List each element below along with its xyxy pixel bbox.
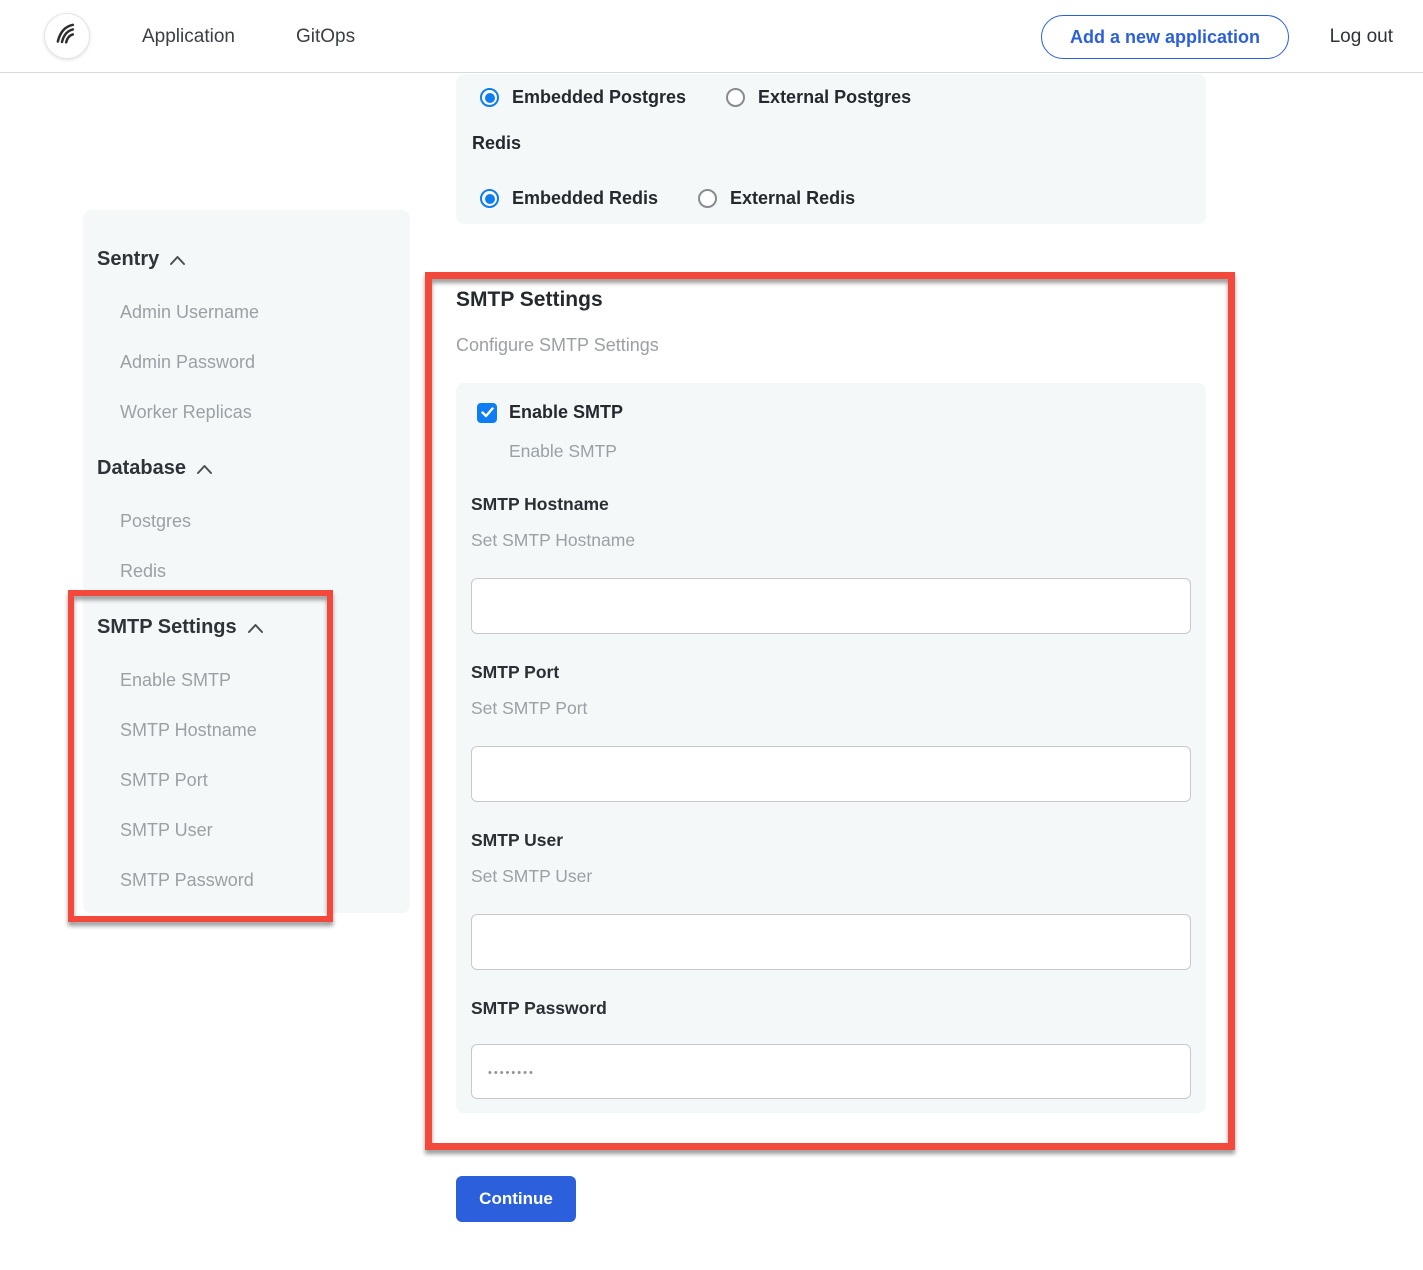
smtp-user-helper: Set SMTP User [471, 866, 1192, 886]
logout-link[interactable]: Log out [1330, 0, 1393, 73]
smtp-section-subtitle: Configure SMTP Settings [456, 334, 1206, 356]
smtp-user-group: SMTP User Set SMTP User [471, 830, 1192, 970]
chevron-up-icon [247, 623, 264, 634]
sidebar-item-redis[interactable]: Redis [97, 558, 392, 584]
smtp-port-group: SMTP Port Set SMTP Port [471, 662, 1192, 802]
redis-group-label: Redis [472, 130, 1190, 156]
postgres-radio-group: Embedded Postgres External Postgres [480, 87, 1190, 108]
smtp-password-input[interactable] [471, 1044, 1191, 1099]
continue-button[interactable]: Continue [456, 1176, 576, 1222]
smtp-port-helper: Set SMTP Port [471, 698, 1192, 718]
radio-external-redis-label: External Redis [730, 188, 855, 209]
smtp-hostname-input[interactable] [471, 578, 1191, 634]
sidebar-section-smtp-label: SMTP Settings [97, 614, 237, 640]
database-config-panel: Embedded Postgres External Postgres Redi… [456, 74, 1206, 224]
smtp-port-input[interactable] [471, 746, 1191, 802]
smtp-section-title: SMTP Settings [456, 287, 1206, 313]
smtp-hostname-helper: Set SMTP Hostname [471, 530, 1192, 550]
sidebar-item-admin-password[interactable]: Admin Password [97, 349, 392, 375]
sidebar-item-admin-username[interactable]: Admin Username [97, 299, 392, 325]
chevron-up-icon [169, 255, 186, 266]
smtp-hostname-group: SMTP Hostname Set SMTP Hostname [471, 494, 1192, 634]
radio-embedded-postgres-label: Embedded Postgres [512, 87, 686, 108]
enable-smtp-checkbox[interactable] [477, 403, 497, 423]
sidebar-section-smtp-settings[interactable]: SMTP Settings [97, 614, 392, 640]
radio-external-redis[interactable] [698, 189, 717, 208]
sidebar-section-database[interactable]: Database [97, 455, 392, 481]
smtp-password-group: SMTP Password [471, 998, 1192, 1099]
smtp-password-label: SMTP Password [471, 998, 1192, 1018]
smtp-settings-section: SMTP Settings Configure SMTP Settings En… [456, 287, 1206, 1222]
sidebar-item-smtp-hostname[interactable]: SMTP Hostname [97, 717, 392, 743]
sidebar-item-smtp-port[interactable]: SMTP Port [97, 767, 392, 793]
sidebar-item-smtp-password[interactable]: SMTP Password [97, 867, 392, 893]
top-navbar: Application GitOps Add a new application… [0, 0, 1423, 73]
enable-smtp-row: Enable SMTP [471, 402, 1192, 423]
smtp-port-label: SMTP Port [471, 662, 1192, 682]
redis-radio-group: Embedded Redis External Redis [480, 188, 1190, 209]
radio-external-postgres-label: External Postgres [758, 87, 911, 108]
sentry-logo-icon [52, 19, 82, 54]
sidebar-item-enable-smtp[interactable]: Enable SMTP [97, 667, 392, 693]
nav-link-gitops[interactable]: GitOps [296, 0, 355, 73]
enable-smtp-helper: Enable SMTP [509, 441, 1192, 461]
check-icon [481, 407, 494, 418]
sidebar-section-sentry-label: Sentry [97, 246, 159, 272]
app-logo[interactable] [44, 13, 90, 59]
config-sidebar: Sentry Admin Username Admin Password Wor… [83, 210, 410, 913]
smtp-user-input[interactable] [471, 914, 1191, 970]
enable-smtp-label: Enable SMTP [509, 402, 623, 423]
sidebar-section-database-label: Database [97, 455, 186, 481]
sidebar-item-postgres[interactable]: Postgres [97, 508, 392, 534]
sidebar-section-sentry[interactable]: Sentry [97, 246, 392, 272]
config-main: Embedded Postgres External Postgres Redi… [456, 74, 1206, 1222]
radio-embedded-postgres[interactable] [480, 88, 499, 107]
radio-embedded-redis[interactable] [480, 189, 499, 208]
smtp-user-label: SMTP User [471, 830, 1192, 850]
chevron-up-icon [196, 464, 213, 475]
radio-embedded-redis-label: Embedded Redis [512, 188, 658, 209]
sidebar-item-worker-replicas[interactable]: Worker Replicas [97, 399, 392, 425]
smtp-form-panel: Enable SMTP Enable SMTP SMTP Hostname Se… [456, 383, 1206, 1113]
nav-link-application[interactable]: Application [142, 0, 235, 73]
radio-external-postgres[interactable] [726, 88, 745, 107]
sidebar-item-smtp-user[interactable]: SMTP User [97, 817, 392, 843]
add-new-application-button[interactable]: Add a new application [1041, 15, 1289, 59]
smtp-hostname-label: SMTP Hostname [471, 494, 1192, 514]
